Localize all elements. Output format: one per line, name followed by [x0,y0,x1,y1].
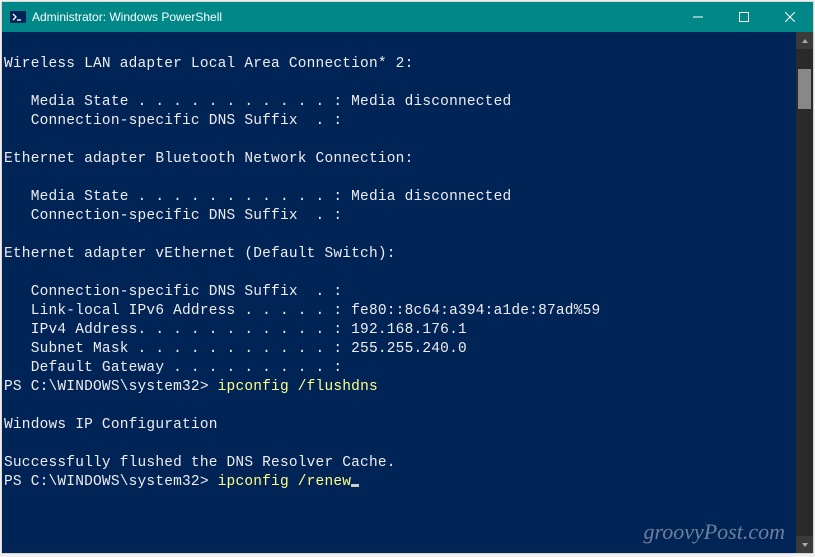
output-line [4,226,796,245]
scroll-track[interactable] [796,49,813,536]
prompt-path: PS C:\WINDOWS\system32> [4,379,218,395]
close-button[interactable] [767,2,813,32]
output-line: Subnet Mask . . . . . . . . . . . : 255.… [4,340,796,359]
output-line: Media State . . . . . . . . . . . : Medi… [4,188,796,207]
output-line [4,397,796,416]
vertical-scrollbar[interactable] [796,32,813,553]
output-line: Media State . . . . . . . . . . . : Medi… [4,93,796,112]
typed-command: ipconfig /flushdns [218,379,378,395]
output-line: Connection-specific DNS Suffix . : [4,207,796,226]
output-line: Successfully flushed the DNS Resolver Ca… [4,454,796,473]
output-line: Ethernet adapter Bluetooth Network Conne… [4,150,796,169]
scroll-down-arrow[interactable] [796,536,813,553]
output-line: Default Gateway . . . . . . . . . : [4,359,796,378]
output-line: Connection-specific DNS Suffix . : [4,112,796,131]
typed-command: ipconfig /renew [218,474,352,490]
prompt-path: PS C:\WINDOWS\system32> [4,474,218,490]
output-line [4,435,796,454]
window-title: Administrator: Windows PowerShell [32,10,222,24]
scroll-up-arrow[interactable] [796,32,813,49]
prompt-line: PS C:\WINDOWS\system32> ipconfig /flushd… [4,378,796,397]
minimize-button[interactable] [675,2,721,32]
output-line: Ethernet adapter vEthernet (Default Swit… [4,245,796,264]
powershell-window: Administrator: Windows PowerShell Wirele… [2,2,813,553]
terminal-output[interactable]: Wireless LAN adapter Local Area Connecti… [2,32,796,553]
cursor [351,484,359,487]
prompt-line-active[interactable]: PS C:\WINDOWS\system32> ipconfig /renew [4,473,796,492]
scroll-thumb[interactable] [798,69,811,109]
output-line [4,36,796,55]
output-line [4,74,796,93]
output-line: Link-local IPv6 Address . . . . . : fe80… [4,302,796,321]
content-area: Wireless LAN adapter Local Area Connecti… [2,32,813,553]
output-line [4,264,796,283]
output-line [4,169,796,188]
output-line: Windows IP Configuration [4,416,796,435]
output-line [4,131,796,150]
titlebar[interactable]: Administrator: Windows PowerShell [2,2,813,32]
output-line: IPv4 Address. . . . . . . . . . . : 192.… [4,321,796,340]
output-line: Wireless LAN adapter Local Area Connecti… [4,55,796,74]
output-line: Connection-specific DNS Suffix . : [4,283,796,302]
powershell-icon [10,9,26,25]
maximize-button[interactable] [721,2,767,32]
